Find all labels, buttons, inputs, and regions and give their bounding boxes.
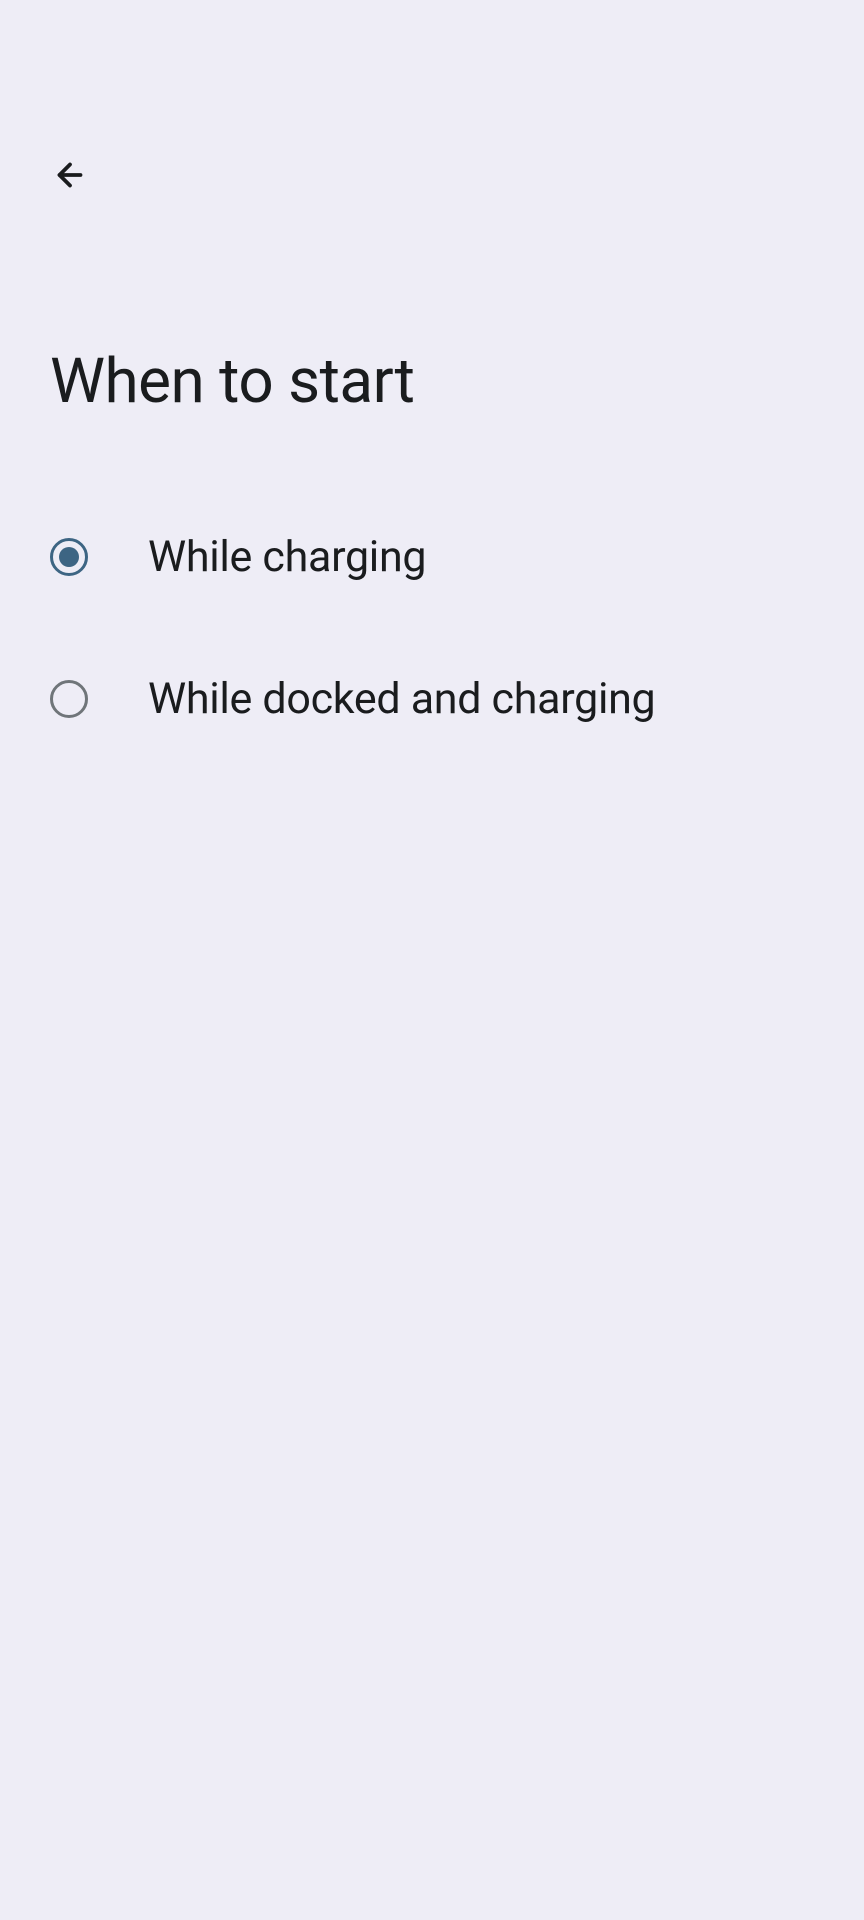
page-title: When to start [50, 345, 414, 418]
radio-unselected-icon [50, 680, 88, 718]
option-while-charging[interactable]: While charging [0, 500, 864, 614]
option-label: While charging [148, 532, 426, 582]
back-button[interactable] [40, 145, 100, 205]
radio-selected-icon [50, 538, 88, 576]
option-while-docked-charging[interactable]: While docked and charging [0, 642, 864, 756]
arrow-left-icon [52, 157, 88, 193]
radio-group: While charging While docked and charging [0, 500, 864, 756]
option-label: While docked and charging [148, 674, 655, 724]
settings-screen: When to start While charging While docke… [0, 0, 864, 1920]
